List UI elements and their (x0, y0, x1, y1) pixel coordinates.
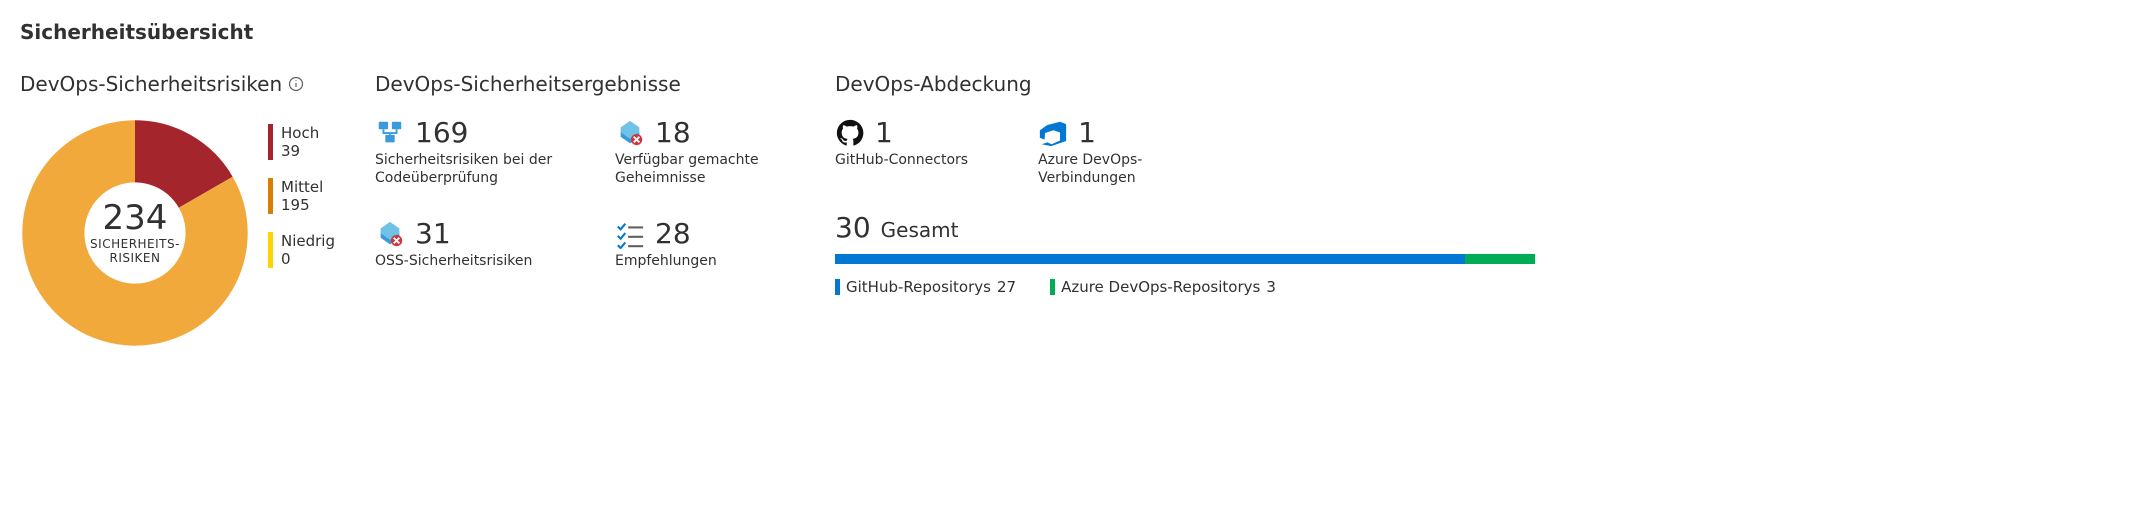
risks-section: DevOps-Sicherheitsrisiken (20, 72, 335, 348)
stat-github-connectors: 1 GitHub-Connectors (835, 118, 968, 187)
findings-section: DevOps-Sicherheitsergebnisse 169 Sicherh… (375, 72, 795, 271)
coverage-bar-chart (835, 254, 1535, 264)
coverage-heading: DevOps-Abdeckung (835, 72, 2121, 96)
legend-swatch-high (268, 124, 273, 160)
legend-label-medium: Mittel (281, 178, 323, 196)
legend-value-high: 39 (281, 142, 319, 160)
risks-heading: DevOps-Sicherheitsrisiken (20, 72, 335, 96)
stat-recommendations: 28 Empfehlungen (615, 219, 795, 271)
legend-swatch-medium (268, 178, 273, 214)
stat-oss-value: 31 (415, 220, 451, 248)
risks-donut-chart: 234 SICHERHEITS- RISIKEN (20, 118, 250, 348)
coverage-legend-ado: Azure DevOps-Repositorys 3 (1050, 278, 1276, 296)
stat-oss: 31 OSS-Sicherheitsrisiken (375, 219, 555, 271)
info-icon[interactable] (288, 76, 304, 92)
stat-ado-value: 1 (1078, 119, 1096, 147)
stat-secrets-value: 18 (655, 119, 691, 147)
coverage-total-value: 30 (835, 211, 871, 244)
stat-secrets-label: Verfügbar gemachte Geheimnisse (615, 152, 795, 187)
stat-recs-value: 28 (655, 220, 691, 248)
page-title: Sicherheitsübersicht (20, 20, 2121, 44)
coverage-total: 30 Gesamt (835, 211, 2121, 244)
stat-github-label: GitHub-Connectors (835, 152, 968, 170)
legend-label-high: Hoch (281, 124, 319, 142)
coverage-section: DevOps-Abdeckung 1 GitHub-Connectors 1 (835, 72, 2121, 296)
risks-body: 234 SICHERHEITS- RISIKEN Hoch 39 Mittel (20, 118, 335, 348)
coverage-swatch-github (835, 279, 840, 295)
azure-devops-icon (1038, 118, 1068, 148)
stat-ado-label: Azure DevOps-Verbindungen (1038, 152, 1218, 187)
recommendations-icon (615, 219, 645, 249)
legend-item-low: Niedrig 0 (268, 232, 335, 268)
coverage-bar-ado (1465, 254, 1535, 264)
stat-code-label: Sicherheitsrisiken bei der Codeüberprüfu… (375, 152, 555, 187)
coverage-legend-ado-value: 3 (1266, 278, 1276, 296)
coverage-legend-ado-label: Azure DevOps-Repositorys (1061, 278, 1260, 296)
legend-value-medium: 195 (281, 196, 323, 214)
oss-icon (375, 219, 405, 249)
coverage-legend-github: GitHub-Repositorys 27 (835, 278, 1016, 296)
sections-row: DevOps-Sicherheitsrisiken (20, 72, 2121, 348)
github-icon (835, 118, 865, 148)
stat-secrets: 18 Verfügbar gemachte Geheimnisse (615, 118, 795, 187)
stat-ado-connectors: 1 Azure DevOps-Verbindungen (1038, 118, 1218, 187)
coverage-legend-github-value: 27 (997, 278, 1016, 296)
coverage-legend-github-label: GitHub-Repositorys (846, 278, 991, 296)
stat-recs-label: Empfehlungen (615, 253, 795, 271)
risks-heading-text: DevOps-Sicherheitsrisiken (20, 72, 282, 96)
secrets-icon (615, 118, 645, 148)
coverage-connectors: 1 GitHub-Connectors 1 Azure DevOps-Verbi… (835, 118, 2121, 187)
coverage-legend: GitHub-Repositorys 27 Azure DevOps-Repos… (835, 278, 2121, 296)
legend-item-medium: Mittel 195 (268, 178, 335, 214)
coverage-swatch-ado (1050, 279, 1055, 295)
stat-code-value: 169 (415, 119, 468, 147)
code-scan-icon (375, 118, 405, 148)
legend-swatch-low (268, 232, 273, 268)
stat-code-scanning: 169 Sicherheitsrisiken bei der Codeüberp… (375, 118, 555, 187)
findings-heading: DevOps-Sicherheitsergebnisse (375, 72, 795, 96)
coverage-total-label: Gesamt (881, 218, 959, 242)
coverage-bar-github (835, 254, 1465, 264)
stat-oss-label: OSS-Sicherheitsrisiken (375, 253, 555, 271)
legend-label-low: Niedrig (281, 232, 335, 250)
legend-item-high: Hoch 39 (268, 124, 335, 160)
risks-legend: Hoch 39 Mittel 195 Niedrig 0 (268, 118, 335, 268)
findings-grid: 169 Sicherheitsrisiken bei der Codeüberp… (375, 118, 795, 271)
legend-value-low: 0 (281, 250, 335, 268)
stat-github-value: 1 (875, 119, 893, 147)
